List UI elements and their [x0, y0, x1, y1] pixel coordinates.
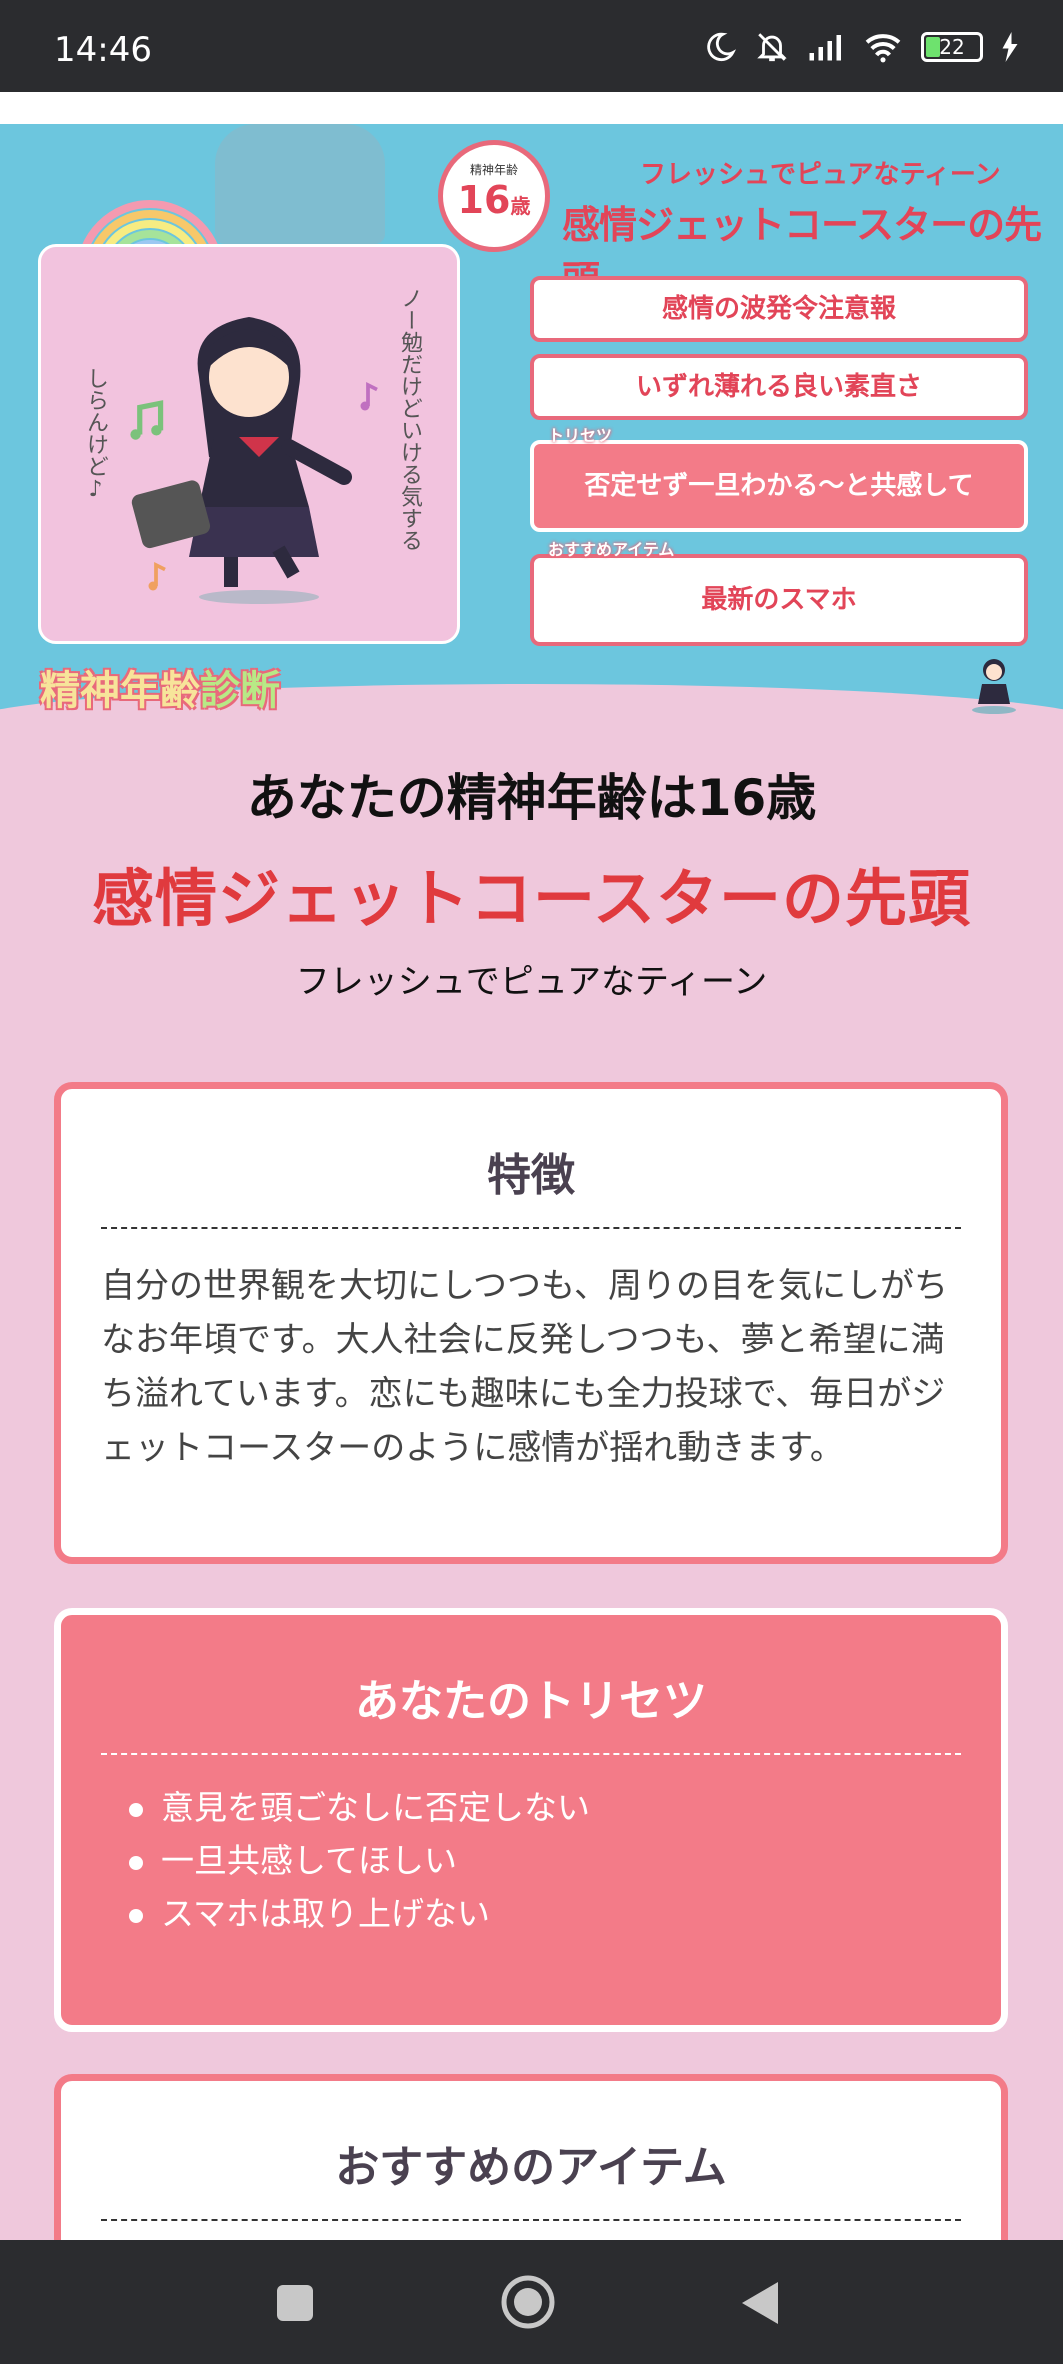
music-note-icon: [360, 381, 378, 411]
banner-box-1: 感情の波発令注意報: [530, 276, 1028, 342]
top-strip: [0, 92, 1063, 124]
divider: [101, 2219, 961, 2221]
features-section: 特徴 自分の世界観を大切にしつつも、周りの目を気にしがちなお年頃です。大人社会に…: [54, 1082, 1008, 1564]
banner-subtitle: フレッシュでピュアなティーン: [640, 160, 1001, 190]
result-subtitle: フレッシュでピュアなティーン: [295, 962, 768, 1002]
features-body: 自分の世界観を大切にしつつも、周りの目を気にしがちなお年頃です。大人社会に反発し…: [101, 1266, 948, 1468]
result-type-title: 感情ジェットコースターの先頭: [92, 862, 971, 935]
banner-box-tag: トリセツ: [548, 426, 613, 445]
age-badge: 精神年齢 16歳: [438, 140, 550, 252]
music-note-icon: [148, 561, 166, 591]
list-item: スマホは取り上げない: [129, 1887, 1001, 1940]
result-banner-image: ノー勉だけどいける気する しらんけど♪ 精神年齢 16歳 フレッシュでピュアなテ…: [0, 124, 1063, 719]
illustration-card: ノー勉だけどいける気する しらんけど♪: [38, 244, 460, 644]
torisetsu-list: 意見を頭ごなしに否定しない 一旦共感してほしい スマホは取り上げない: [61, 1755, 1001, 1940]
moon-icon: [707, 32, 737, 62]
banner-box-torisetsu: トリセツ 否定せず一旦わかる〜と共感して: [530, 426, 1028, 532]
status-bar: 14:46 22: [0, 0, 1063, 92]
list-item: 意見を頭ごなしに否定しない: [129, 1781, 1001, 1834]
battery-icon: 22: [921, 32, 983, 62]
banner-logo: 精神年齢診断: [40, 668, 280, 714]
status-icons: 22: [703, 30, 1019, 64]
banner-box-tag: おすすめアイテム: [548, 540, 675, 559]
statue-illustration: [215, 124, 385, 244]
torisetsu-title: あなたのトリセツ: [355, 1676, 707, 1727]
system-nav-bar: [0, 2240, 1063, 2364]
features-title: 特徴: [487, 1150, 575, 1201]
signal-icon: [809, 35, 841, 61]
bell-off-icon: [757, 33, 787, 62]
banner-box-item: おすすめアイテム 最新のスマホ: [530, 540, 1028, 646]
home-button[interactable]: [500, 2274, 556, 2330]
charging-icon: [1002, 32, 1018, 62]
illust-caption-left: しらんけど♪: [83, 367, 108, 502]
recent-apps-button[interactable]: [276, 2284, 314, 2322]
mini-girl-illustration: [972, 659, 1016, 714]
torisetsu-section: あなたのトリセツ 意見を頭ごなしに否定しない 一旦共感してほしい スマホは取り上…: [54, 1608, 1008, 2032]
back-button[interactable]: [740, 2280, 780, 2326]
result-age-heading: あなたの精神年齢は16歳: [246, 769, 817, 827]
music-note-icon: [130, 400, 164, 440]
recommended-items-title: おすすめのアイテム: [335, 2142, 727, 2193]
list-item: 一旦共感してほしい: [129, 1834, 1001, 1887]
status-time: 14:46: [54, 30, 152, 70]
wifi-icon: [865, 34, 901, 63]
banner-box-2: いずれ薄れる良い素直さ: [530, 354, 1028, 420]
illust-caption-right: ノー勉だけどいける気する: [397, 287, 422, 551]
